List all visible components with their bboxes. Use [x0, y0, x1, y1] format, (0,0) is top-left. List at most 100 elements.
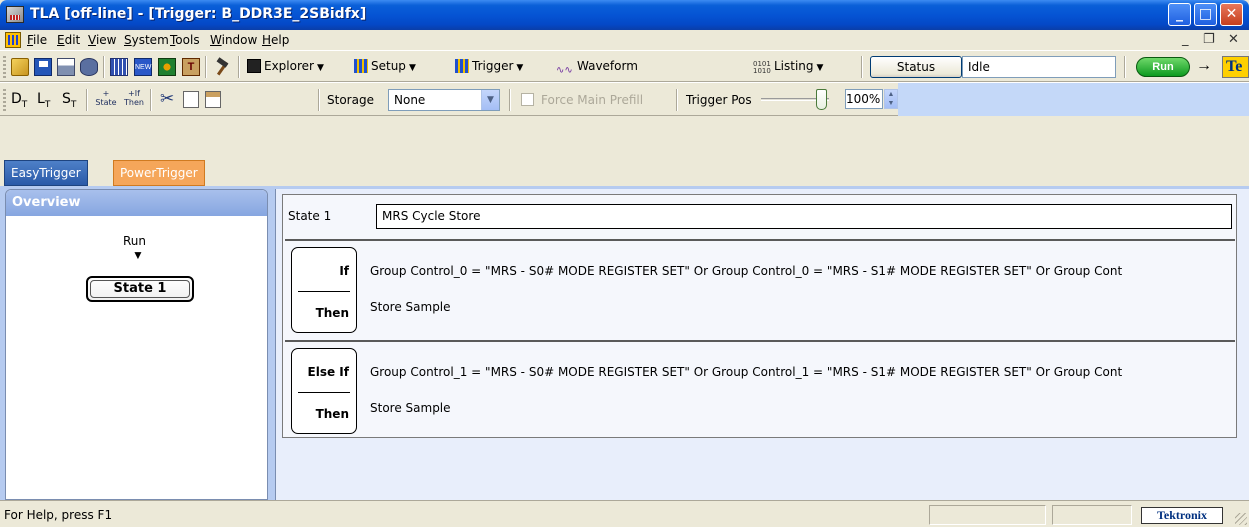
main-toolbar: NEW T Explorer ▼ Setup ▼ Trigger ▼ ∿∿ Wavefo… [0, 50, 1249, 82]
trigger-button[interactable]: Trigger ▼ [455, 59, 523, 73]
close-button[interactable]: ✕ [1220, 3, 1243, 26]
menu-file[interactable]: File [27, 33, 47, 47]
main-panel: Overview Run ▼ State 1 State 1 MRS Cycle… [0, 186, 1249, 500]
properties-icon[interactable] [158, 58, 176, 76]
toolbar-separator [238, 56, 240, 78]
overview-panel: Overview Run ▼ State 1 [5, 189, 268, 500]
save-icon[interactable] [34, 58, 52, 76]
maximize-button[interactable]: □ [1194, 3, 1217, 26]
trigger-tabs-area: EasyTrigger PowerTrigger [0, 116, 1249, 186]
mdi-restore-button[interactable]: ❐ [1203, 32, 1215, 47]
tla-app-icon[interactable] [6, 6, 24, 23]
if-keyword: If [339, 264, 349, 278]
state-name-input[interactable]: MRS Cycle Store [376, 204, 1232, 229]
storage-select[interactable]: None ▼ [388, 89, 500, 111]
toolbar-separator [676, 89, 678, 111]
mdi-minimize-button[interactable]: _ [1182, 32, 1189, 47]
toolbar-separator [103, 56, 105, 78]
waveform-label: Waveform [577, 59, 638, 73]
panel-splitter[interactable] [268, 186, 275, 500]
library-tool-button[interactable]: LT [37, 91, 50, 110]
explorer-button[interactable]: Explorer ▼ [247, 59, 324, 73]
tektronix-logo: Tektronix [1141, 507, 1223, 524]
toolbar-grip[interactable] [3, 56, 6, 78]
title-bar[interactable]: TLA [off-line] - [Trigger: B_DDR3E_2SBid… [0, 0, 1249, 30]
paste-icon[interactable] [205, 91, 221, 108]
toolbar-separator [1124, 56, 1126, 78]
state-label: State 1 [288, 209, 332, 223]
status-bar: For Help, press F1 Tektronix [0, 500, 1249, 527]
print-icon[interactable] [57, 58, 75, 76]
force-main-prefill-checkbox[interactable] [521, 93, 534, 106]
menu-system[interactable]: System [124, 33, 169, 47]
explorer-icon [247, 59, 261, 73]
menu-tools[interactable]: Tools [170, 33, 200, 47]
add-if-then-button[interactable]: +If Then [121, 89, 147, 111]
status-pane [929, 505, 1046, 525]
state-tool-button[interactable]: ST [62, 91, 76, 110]
force-main-prefill-label: Force Main Prefill [541, 93, 644, 107]
text-tool-icon[interactable]: T [182, 58, 200, 76]
mdi-close-button[interactable]: ✕ [1228, 32, 1239, 47]
minimize-button[interactable]: _ [1168, 3, 1191, 26]
define-tool-button[interactable]: DT [11, 91, 27, 110]
divider [298, 291, 350, 292]
toolbar-separator [86, 89, 88, 111]
clause-keyword-box[interactable]: If Then [291, 247, 357, 333]
run-button[interactable]: Run [1136, 57, 1190, 77]
else-if-then-clause: Else If Then Group Control_1 = "MRS - S0… [285, 340, 1235, 437]
menu-help[interactable]: Help [262, 33, 289, 47]
toolbar-separator [861, 56, 863, 78]
menu-edit[interactable]: Edit [57, 33, 80, 47]
trigger-pos-input[interactable]: 100% [845, 89, 883, 109]
copy-icon[interactable] [183, 91, 199, 108]
chevron-down-icon: ▼ [408, 63, 416, 73]
chevron-down-icon: ▼ [316, 63, 324, 73]
chevron-down-icon[interactable]: ▼ [481, 90, 499, 110]
overview-state-box[interactable]: State 1 [86, 276, 194, 302]
menu-bar: File Edit View System Tools Window Help … [0, 30, 1249, 50]
listing-button[interactable]: 0101 1010 Listing ▼ [753, 59, 823, 75]
setup-button[interactable]: Setup ▼ [354, 59, 416, 73]
menu-window[interactable]: Window [210, 33, 257, 47]
hammer-icon[interactable] [213, 58, 231, 76]
clause-keyword-box[interactable]: Else If Then [291, 348, 357, 434]
toolbar-grip[interactable] [3, 89, 6, 111]
then-action-text[interactable]: Store Sample [370, 401, 451, 415]
setup-label: Setup [371, 59, 406, 73]
chevron-down-icon: ▼ [816, 63, 824, 73]
if-condition-text[interactable]: Group Control_0 = "MRS - S0# MODE REGIST… [370, 264, 1232, 278]
open-folder-icon[interactable] [11, 58, 29, 76]
explorer-label: Explorer [264, 59, 314, 73]
else-if-keyword: Else If [307, 365, 349, 379]
trigger-pos-label: Trigger Pos [686, 93, 752, 107]
listing-label: Listing [774, 59, 814, 73]
trigger-icon [455, 59, 469, 73]
status-button[interactable]: Status [870, 56, 962, 78]
toolbar-separator [318, 89, 320, 111]
trigger-pos-spinner[interactable]: ▲ ▼ [884, 89, 898, 109]
tek-button[interactable]: Te [1222, 56, 1249, 78]
else-if-condition-text[interactable]: Group Control_1 = "MRS - S0# MODE REGIST… [370, 365, 1232, 379]
disk-icon[interactable] [80, 58, 98, 76]
if-then-clause: If Then Group Control_0 = "MRS - S0# MOD… [285, 239, 1235, 336]
document-menu-icon[interactable] [5, 32, 21, 48]
waveform-button[interactable]: ∿∿ Waveform [556, 59, 638, 78]
new-window-icon[interactable]: NEW [134, 58, 152, 76]
status-pane [1052, 505, 1132, 525]
storage-value: None [394, 93, 426, 107]
add-state-button[interactable]: + State [93, 89, 119, 111]
trigger-pos-slider-thumb[interactable] [816, 89, 827, 110]
system-window-icon[interactable] [110, 58, 128, 76]
cut-icon[interactable]: ✂ [160, 89, 174, 109]
status-help-text: For Help, press F1 [4, 508, 113, 522]
listing-icon: 0101 1010 [753, 60, 771, 75]
menu-view[interactable]: View [88, 33, 116, 47]
tab-easytrigger[interactable]: EasyTrigger [4, 160, 88, 186]
state-block: State 1 MRS Cycle Store If Then Group Co… [282, 194, 1237, 438]
then-action-text[interactable]: Store Sample [370, 300, 451, 314]
tab-powertrigger[interactable]: PowerTrigger [113, 160, 205, 186]
arrow-right-icon: → [1196, 57, 1212, 74]
trigger-toolbar: DT LT ST + State +If Then ✂ Storage None ▼… [0, 82, 1249, 116]
resize-grip[interactable] [1235, 513, 1247, 525]
